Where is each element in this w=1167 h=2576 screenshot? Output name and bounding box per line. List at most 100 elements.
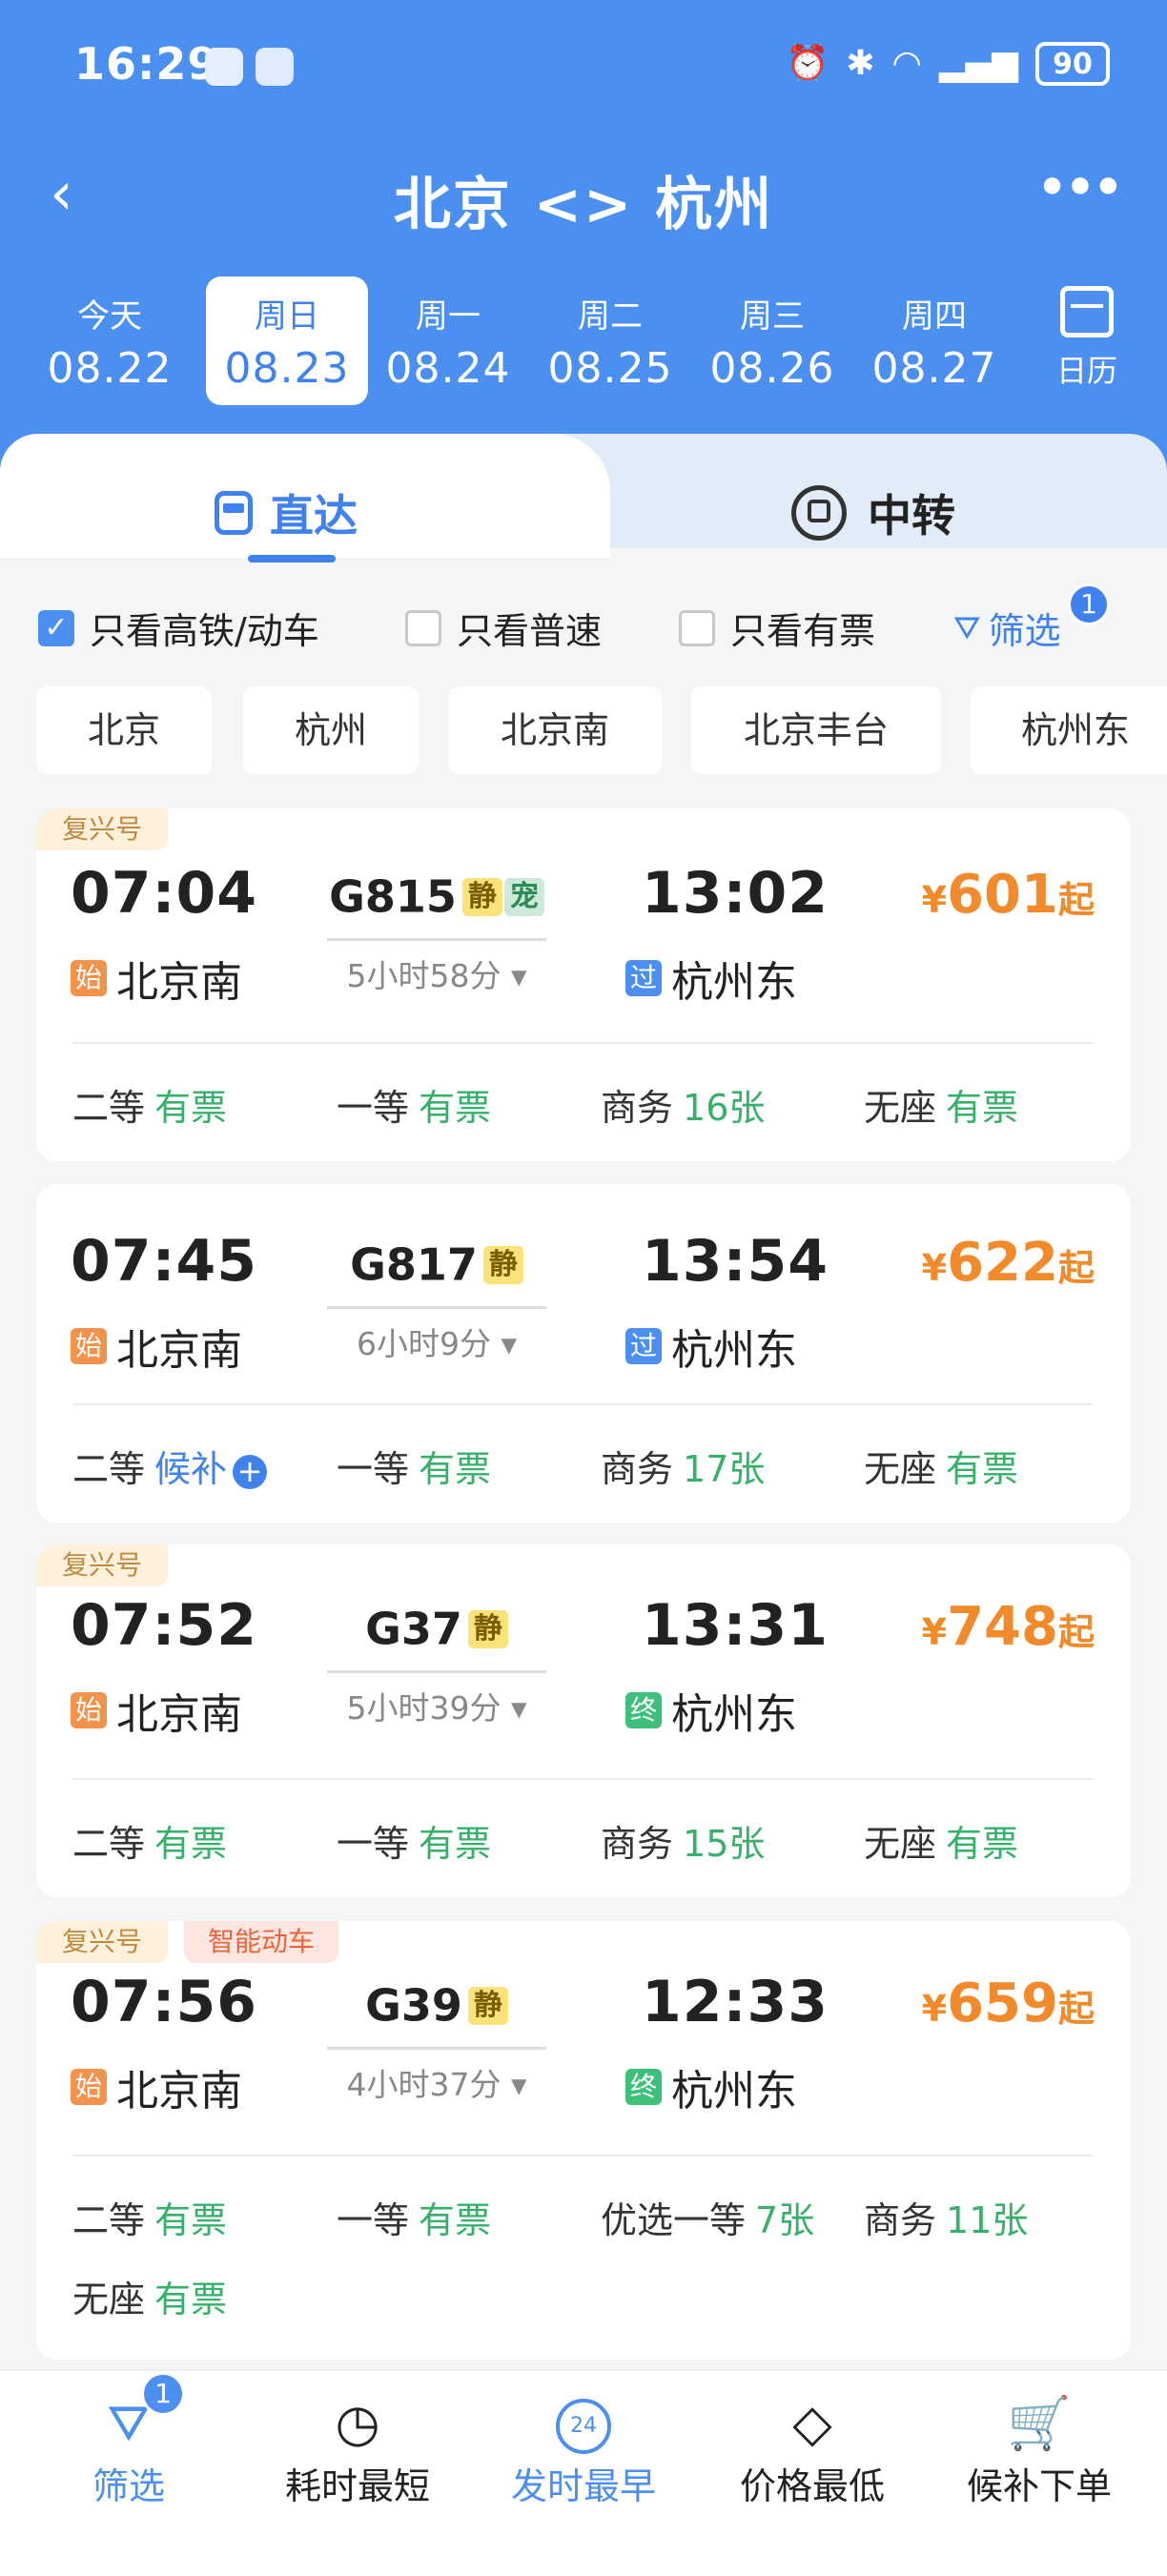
departure-station-name: 北京南 <box>116 1326 242 1375</box>
train-card[interactable]: 复兴号 智能动车 07:56 G39 静 4小时37分 ▾ 12:33 ¥659起… <box>36 1921 1131 2360</box>
start-station-badge: 始 <box>71 1328 107 1364</box>
price: ¥601起 <box>922 864 1095 926</box>
sort-shortest-duration[interactable]: ◷ 耗时最短 <box>243 2390 472 2509</box>
train-card[interactable]: 07:45 G817 静 6小时9分 ▾ 13:54 ¥622起 始 北京南 过 … <box>36 1184 1131 1523</box>
date-value: 08.23 <box>224 344 350 393</box>
seat-second-class-waitlist[interactable]: 二等 候补 + <box>72 1440 268 1492</box>
date-weekday: 周三 <box>740 297 805 336</box>
station-chip[interactable]: 北京 <box>36 686 212 774</box>
sort-lowest-price[interactable]: ◇ 价格最低 <box>698 2390 927 2509</box>
date-selector: 今天 08.22 周日 08.23 周一 08.24 周二 08.25 周三 0… <box>29 276 1020 405</box>
start-station-badge: 始 <box>71 2069 107 2105</box>
arrival-station: 终 杭州东 <box>625 2056 797 2117</box>
calendar-icon <box>1060 286 1114 337</box>
currency-symbol: ¥ <box>921 1988 948 2030</box>
date-weekday: 周一 <box>416 297 481 336</box>
calendar-button[interactable]: 日历 <box>1030 286 1144 391</box>
date-item[interactable]: 周一 08.24 <box>367 276 529 405</box>
seat-no-seat: 无座 有票 <box>864 1448 1019 1490</box>
normal-speed-only-checkbox[interactable]: 只看普速 <box>405 602 602 654</box>
sort-shortest-label: 耗时最短 <box>284 2465 430 2507</box>
card-divider <box>72 2155 1093 2157</box>
date-value: 08.22 <box>47 344 173 393</box>
card-divider <box>72 1403 1093 1405</box>
price: ¥659起 <box>922 1973 1095 2034</box>
arrival-station: 终 杭州东 <box>625 1680 797 1741</box>
card-divider <box>72 1778 1093 1780</box>
price-value: 622 <box>947 1232 1058 1294</box>
terminal-station-badge: 终 <box>625 2069 662 2105</box>
date-item[interactable]: 周二 08.25 <box>529 276 691 405</box>
add-waitlist-icon[interactable]: + <box>233 1454 268 1489</box>
departure-station-name: 北京南 <box>116 2067 242 2116</box>
checkbox-unchecked-icon <box>405 609 441 646</box>
filter-row: ✓ 只看高铁/动车 只看普速 只看有票 ⛛ 筛选 <box>0 596 1167 653</box>
price: ¥622起 <box>922 1232 1095 1294</box>
available-only-checkbox[interactable]: 只看有票 <box>679 602 875 654</box>
filter-label: 筛选 <box>988 610 1061 652</box>
travel-duration[interactable]: 4小时37分 ▾ <box>327 2047 546 2105</box>
station-chip[interactable]: 杭州东 <box>971 686 1167 774</box>
fuxing-tag: 复兴号 <box>36 808 168 850</box>
train-card[interactable]: 复兴号 07:52 G37 静 5小时39分 ▾ 13:31 ¥748起 始 北京… <box>36 1544 1131 1897</box>
price-value: 748 <box>947 1596 1058 1658</box>
currency-symbol: ¥ <box>921 1611 948 1653</box>
transfer-icon <box>791 485 847 541</box>
station-chip[interactable]: 北京南 <box>448 686 662 774</box>
price-suffix: 起 <box>1057 879 1095 921</box>
departure-station: 始 北京南 <box>71 948 242 1009</box>
train-card[interactable]: 复兴号 07:04 G815 静宠 5小时58分 ▾ 13:02 ¥601起 始 … <box>36 808 1131 1161</box>
train-number-text: G37 <box>365 1603 462 1655</box>
arrival-station-name: 杭州东 <box>671 1326 797 1375</box>
departure-time: 07:52 <box>71 1592 257 1659</box>
smart-emu-tag: 智能动车 <box>184 1921 338 1963</box>
filter-button[interactable]: ⛛ 筛选 <box>953 602 1061 654</box>
price-value: 659 <box>947 1973 1058 2034</box>
train-number-text: G815 <box>329 870 457 923</box>
status-icons: ⏰ ✱ ◠ ▂▄▆ 90 <box>787 42 1110 86</box>
message-app-icon <box>205 48 243 86</box>
departure-station: 始 北京南 <box>71 1680 242 1741</box>
tab-direct-label[interactable]: 直达 <box>215 481 358 544</box>
title-bar: ‹ 北京 <> 杭州 ••• <box>0 143 1167 248</box>
pass-station-badge: 过 <box>625 1328 662 1364</box>
price: ¥748起 <box>922 1596 1095 1658</box>
5g-signal-icon: ▂▄▆ <box>938 44 1018 83</box>
travel-duration[interactable]: 5小时39分 ▾ <box>327 1670 546 1728</box>
start-station-badge: 始 <box>71 1692 107 1728</box>
date-item[interactable]: 周四 08.27 <box>853 276 1015 405</box>
date-item-today[interactable]: 今天 08.22 <box>29 276 191 405</box>
arrival-time: 12:33 <box>642 1969 829 2035</box>
checkbox-unchecked-icon <box>679 609 715 646</box>
station-chip[interactable]: 杭州 <box>243 686 419 774</box>
quiet-car-tag: 静 <box>461 877 502 916</box>
seat-no-seat: 无座 有票 <box>72 2279 228 2320</box>
quiet-car-tag: 静 <box>467 1609 508 1648</box>
seat-no-seat: 无座 有票 <box>864 1087 1019 1129</box>
tab-active-indicator <box>248 555 336 562</box>
date-value: 08.25 <box>547 344 673 393</box>
date-item[interactable]: 周三 08.26 <box>691 276 853 405</box>
tab-direct-text: 直达 <box>270 490 358 542</box>
travel-duration[interactable]: 5小时58分 ▾ <box>327 938 546 996</box>
bluetooth-icon: ✱ <box>846 44 875 83</box>
train-number: G37 静 <box>327 1600 546 1655</box>
fuxing-tag: 复兴号 <box>36 1921 168 1963</box>
price-suffix: 起 <box>1057 1988 1095 2030</box>
tab-transfer[interactable]: 中转 <box>791 481 955 544</box>
travel-duration[interactable]: 6小时9分 ▾ <box>327 1306 546 1364</box>
more-options-button[interactable]: ••• <box>1035 154 1125 221</box>
waitlist-order-button[interactable]: 🛒 候补下单 <box>925 2390 1154 2509</box>
price-suffix: 起 <box>1057 1247 1095 1289</box>
seat-premium-first-class: 优选一等 7张 <box>601 2199 815 2241</box>
train-number-text: G817 <box>350 1238 478 1291</box>
station-chip-row: 北京 杭州 北京南 北京丰台 杭州东 <box>36 686 1167 777</box>
date-item-selected[interactable]: 周日 08.23 <box>206 276 368 405</box>
clock-24-icon: 24 <box>469 2390 698 2457</box>
filter-tab[interactable]: ⛛ 筛选 <box>14 2390 243 2509</box>
high-speed-only-checkbox[interactable]: ✓ 只看高铁/动车 <box>38 602 319 654</box>
sort-earliest-departure[interactable]: 24 发时最早 <box>469 2390 698 2509</box>
quiet-car-tag: 静 <box>467 1986 508 2025</box>
seat-second-class: 二等 有票 <box>72 1823 228 1865</box>
station-chip[interactable]: 北京丰台 <box>691 686 941 774</box>
